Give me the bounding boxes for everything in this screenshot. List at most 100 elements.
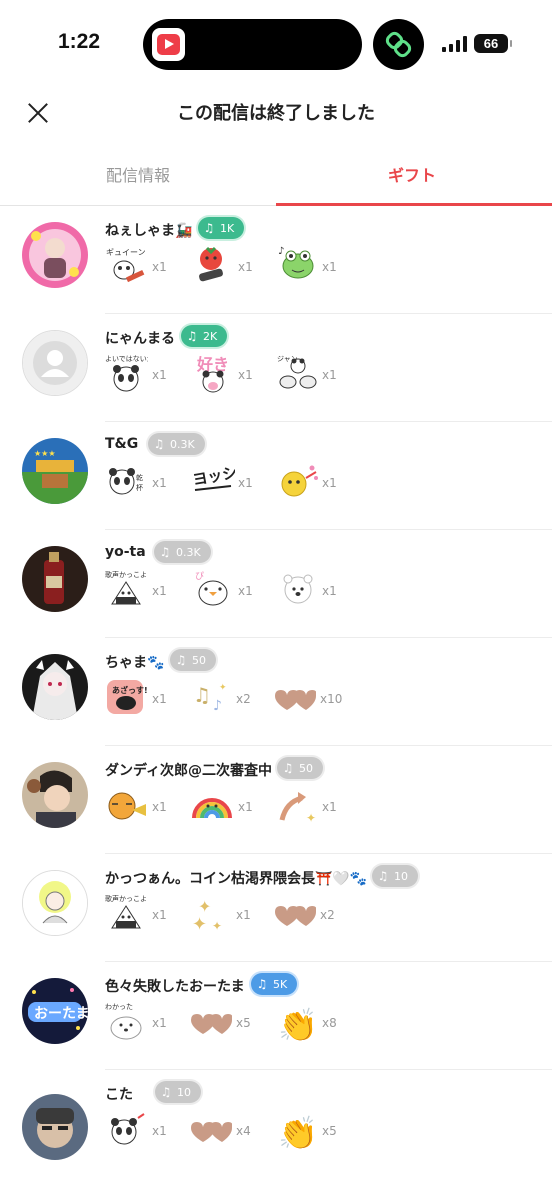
- music-note-icon: ♫: [256, 977, 268, 991]
- heart-sticker-icon: [188, 1000, 233, 1042]
- gift-count: x2: [320, 908, 335, 922]
- link-status-icon[interactable]: [373, 19, 424, 70]
- clap-sticker-icon: 👏: [276, 1000, 320, 1044]
- tab-stream-info[interactable]: 配信情報: [106, 162, 170, 186]
- gift-count: x1: [152, 260, 167, 274]
- gift-count: x1: [322, 476, 337, 490]
- gift-count: x5: [322, 1124, 337, 1138]
- score-badge: ♫ 50: [170, 649, 216, 671]
- svg-text:✦: ✦: [192, 914, 207, 934]
- panda-sticker-icon: よいではないか: [104, 352, 154, 394]
- list-item[interactable]: にゃんまる ♫2K よいではないか x1 好き x1 ジャン x1: [0, 314, 552, 422]
- gift-count: x1: [322, 584, 337, 598]
- gift-count: x1: [238, 476, 253, 490]
- gift-count: x8: [322, 1016, 337, 1030]
- clap-sticker-icon: 👏: [276, 1108, 320, 1152]
- gift-count: x1: [238, 368, 253, 382]
- bird-sticker-icon: ぴ: [191, 568, 235, 610]
- svg-text:👏: 👏: [278, 1006, 318, 1042]
- svg-text:✦: ✦: [219, 683, 227, 693]
- svg-text:♪: ♪: [278, 246, 284, 257]
- suki-panda-sticker-icon: 好き: [191, 352, 235, 394]
- panda-sticker-icon: 乾杯: [104, 460, 148, 502]
- svg-text:✦: ✦: [306, 811, 316, 825]
- gift-count: x1: [152, 692, 167, 706]
- svg-text:👏: 👏: [278, 1114, 318, 1150]
- battery-icon: 66: [474, 34, 512, 53]
- supporter-name: 色々失敗したおーたま: [105, 979, 245, 995]
- supporter-name: yo-ta: [105, 544, 146, 560]
- onigiri-sticker-icon: 歌声かっこよ!!: [104, 892, 153, 934]
- tiger-trumpet-sticker-icon: [104, 784, 148, 826]
- list-item[interactable]: ★★★ T&G ♫ 0.3K 乾杯 x1 ヨッシャ!! x1 x1: [0, 422, 552, 530]
- sparkle-sticker-icon: ✦ ✦ ✦: [190, 892, 234, 935]
- music-note-icon: ♫: [175, 653, 187, 667]
- avatar[interactable]: [22, 870, 88, 936]
- svg-text:杯: 杯: [136, 483, 143, 492]
- avatar[interactable]: [22, 546, 88, 612]
- gift-count: x1: [238, 260, 253, 274]
- heart-sticker-icon: [272, 676, 317, 718]
- tab-gifts[interactable]: ギフト: [388, 162, 436, 186]
- score-badge: ♫ 1K: [198, 217, 245, 239]
- avatar[interactable]: [22, 222, 88, 288]
- supporter-name: こた: [105, 1087, 133, 1103]
- yossha-sticker-icon: ヨッシャ!!: [191, 459, 267, 502]
- avatar[interactable]: [22, 1094, 88, 1160]
- seal-sticker-icon: わかった: [104, 1000, 148, 1042]
- svg-text:わかった: わかった: [105, 1003, 133, 1011]
- yellow-bird-sticker-icon: [276, 460, 320, 502]
- drums-panda-sticker-icon: ジャン: [276, 352, 320, 394]
- svg-text:✦: ✦: [212, 919, 222, 933]
- score-badge: ♫ 5K: [251, 973, 298, 995]
- list-item[interactable]: ちゃま🐾 ♫ 50 あざっす! x1 ♫ ♪ ✦ x2 x10: [0, 638, 552, 746]
- gift-count: x1: [322, 368, 337, 382]
- gift-count: x5: [236, 1016, 251, 1030]
- supporter-name: にゃんまる: [105, 331, 175, 347]
- heart-sticker-icon: [272, 892, 317, 934]
- gift-count: x10: [320, 692, 343, 706]
- gift-count: x4: [236, 1124, 251, 1138]
- svg-text:♫: ♫: [193, 683, 211, 707]
- svg-text:あざっす!: あざっす!: [112, 685, 148, 695]
- music-note-icon: ♫: [186, 329, 198, 343]
- gift-count: x1: [236, 908, 251, 922]
- panda-sticker-icon: [104, 1108, 148, 1150]
- music-note-icon: ♫: [160, 1085, 172, 1099]
- gift-count: x2: [236, 692, 251, 706]
- avatar[interactable]: [22, 330, 88, 396]
- svg-text:♪: ♪: [213, 698, 222, 714]
- frog-dance-sticker-icon: ♪: [276, 244, 320, 286]
- onigiri-sticker-icon: 歌声かっこよ!!: [104, 568, 153, 610]
- svg-text:好き: 好き: [196, 355, 229, 374]
- list-item[interactable]: かっつぁん。コイン枯渇界隈会長⛩️🤍🐾 ♫ 10 歌声かっこよ!! x1 ✦ ✦ ✦ …: [0, 854, 552, 962]
- list-item[interactable]: おーたま 色々失敗したおーたま ♫ 5K わかった x1 x5 👏 x8: [0, 962, 552, 1070]
- score-badge: ♫ 10: [155, 1081, 201, 1103]
- svg-text:よいではないか: よいではないか: [105, 355, 148, 363]
- live-app-icon: [152, 28, 185, 61]
- avatar[interactable]: ★★★: [22, 438, 88, 504]
- list-item[interactable]: ダンディ次郎@二次審査中 ♫ 50 x1 x1 ✦ x1: [0, 746, 552, 854]
- gift-count: x1: [152, 476, 167, 490]
- avatar[interactable]: [22, 762, 88, 828]
- svg-text:歌声かっこよ!!: 歌声かっこよ!!: [105, 894, 148, 903]
- music-note-icon: ♫: [203, 221, 215, 235]
- gift-count: x1: [152, 584, 167, 598]
- avatar[interactable]: [22, 654, 88, 720]
- svg-text:歌声かっこよ!!: 歌声かっこよ!!: [105, 570, 148, 579]
- gift-count: x1: [238, 584, 253, 598]
- dynamic-island[interactable]: [143, 19, 362, 70]
- score-badge: ♫ 2K: [181, 325, 228, 347]
- supporter-name: ねぇしゃま🚂: [105, 223, 193, 239]
- score-badge: ♫ 0.3K: [148, 433, 205, 455]
- music-note-icon: ♫: [159, 545, 171, 559]
- list-item[interactable]: yo-ta ♫ 0.3K 歌声かっこよ!! x1 ぴ x1 x1: [0, 530, 552, 638]
- avatar[interactable]: おーたま: [22, 978, 88, 1044]
- gift-count: x1: [238, 800, 253, 814]
- supporter-name: ダンディ次郎@二次審査中: [105, 763, 273, 779]
- heart-sticker-icon: [188, 1108, 233, 1150]
- list-item[interactable]: ねぇしゃま🚂 ♫ 1K ギュイーン x1 x1 ♪ x1: [0, 206, 552, 314]
- list-item[interactable]: こた ♫ 10 x1 x4 👏 x5: [0, 1070, 552, 1178]
- gift-count: x1: [152, 1124, 167, 1138]
- gift-count: x1: [152, 368, 167, 382]
